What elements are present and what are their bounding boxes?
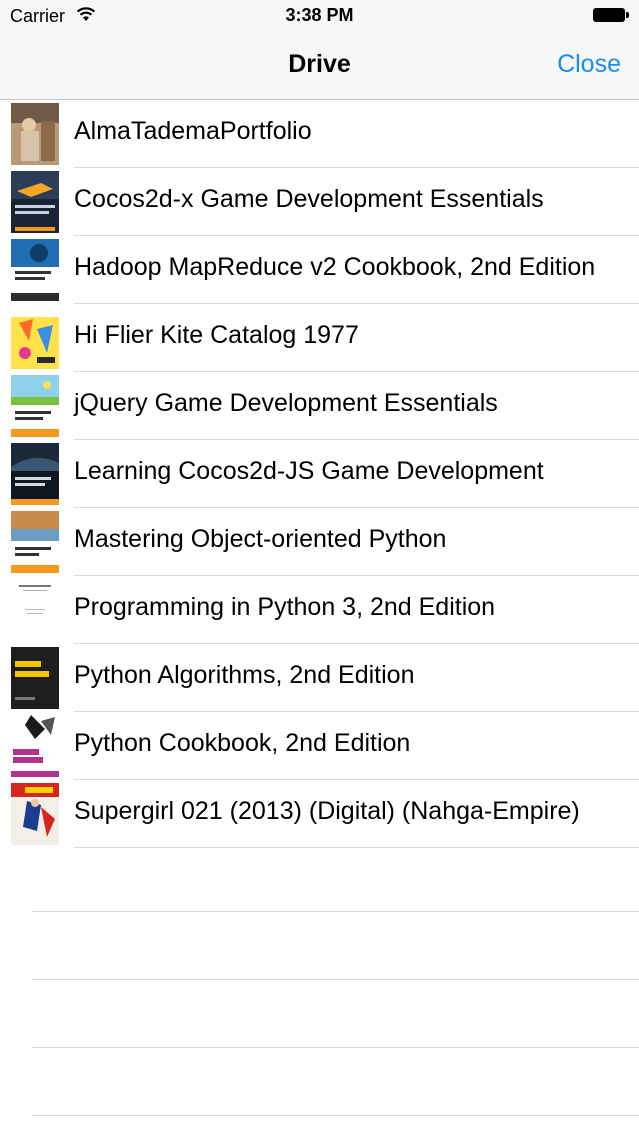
list-item[interactable]: Python Cookbook, 2nd Edition [0,712,639,780]
book-cover-thumbnail [11,239,59,301]
empty-rows [0,844,639,1116]
navigation-bar: Carrier 3:38 PM Drive Close [0,0,639,100]
list-item[interactable]: Supergirl 021 (2013) (Digital) (Nahga-Em… [0,780,639,848]
item-title: AlmaTademaPortfolio [74,117,312,145]
list-item[interactable]: Learning Cocos2d-JS Game Development [0,440,639,508]
item-title: Learning Cocos2d-JS Game Development [74,457,544,485]
status-bar: Carrier 3:38 PM [0,0,639,34]
item-title: Supergirl 021 (2013) (Digital) (Nahga-Em… [74,797,580,825]
page-title: Drive [288,50,351,78]
book-cover-thumbnail [11,715,59,777]
list-item[interactable]: Hadoop MapReduce v2 Cookbook, 2nd Editio… [0,236,639,304]
book-cover-thumbnail [11,307,59,369]
item-title: Hi Flier Kite Catalog 1977 [74,321,359,349]
book-cover-thumbnail [11,511,59,573]
item-title: Python Cookbook, 2nd Edition [74,729,411,757]
empty-row [0,912,639,980]
list-item[interactable]: Programming in Python 3, 2nd Edition [0,576,639,644]
book-cover-thumbnail [11,579,59,641]
list-item[interactable]: Cocos2d-x Game Development Essentials [0,168,639,236]
item-title: Python Algorithms, 2nd Edition [74,661,415,689]
file-list: AlmaTademaPortfolio Cocos2d-x Game Develo… [0,100,639,848]
battery-icon [593,8,629,24]
list-item[interactable]: Hi Flier Kite Catalog 1977 [0,304,639,372]
empty-row [0,1048,639,1116]
book-cover-thumbnail [11,375,59,437]
item-title: Hadoop MapReduce v2 Cookbook, 2nd Editio… [74,253,596,281]
empty-row [0,980,639,1048]
list-item[interactable]: Python Algorithms, 2nd Edition [0,644,639,712]
item-title: Programming in Python 3, 2nd Edition [74,593,496,621]
close-button[interactable]: Close [557,50,621,79]
book-cover-thumbnail [11,103,59,165]
book-cover-thumbnail [11,783,59,845]
empty-row [0,844,639,912]
list-item[interactable]: AlmaTademaPortfolio [0,100,639,168]
item-title: jQuery Game Development Essentials [74,389,498,417]
clock: 3:38 PM [285,5,354,25]
item-title: Cocos2d-x Game Development Essentials [74,185,544,213]
list-item[interactable]: jQuery Game Development Essentials [0,372,639,440]
book-cover-thumbnail [11,171,59,233]
item-title: Mastering Object-oriented Python [74,525,447,553]
book-cover-thumbnail [11,443,59,505]
book-cover-thumbnail [11,647,59,709]
list-item[interactable]: Mastering Object-oriented Python [0,508,639,576]
